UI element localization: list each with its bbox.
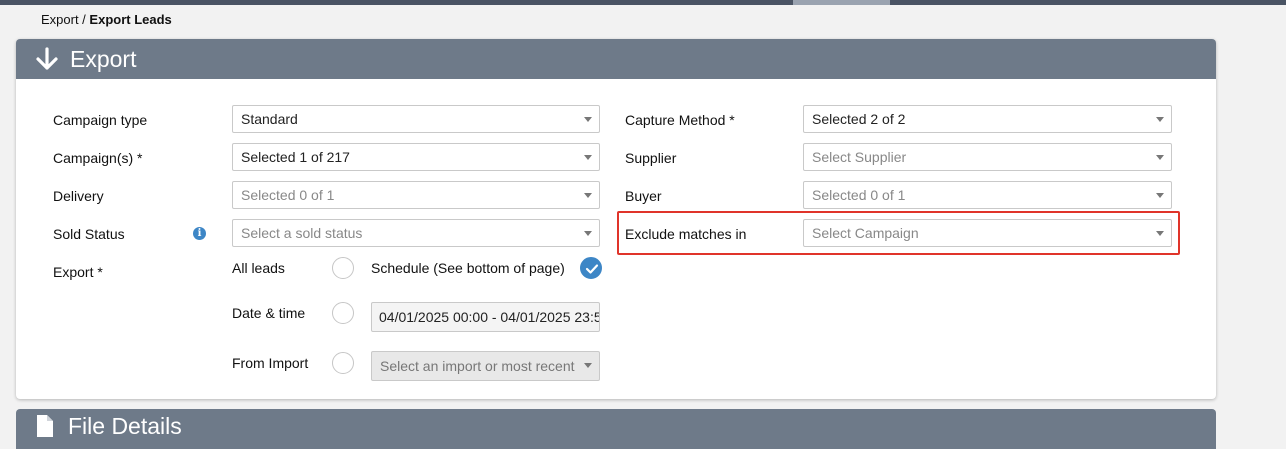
buyer-label: Buyer <box>625 188 662 204</box>
all-leads-radio[interactable] <box>332 257 354 279</box>
schedule-label: Schedule (See bottom of page) <box>371 260 565 276</box>
chevron-down-icon <box>1156 155 1164 160</box>
from-import-label: From Import <box>232 355 309 371</box>
file-details-panel-header[interactable]: File Details <box>16 409 1216 449</box>
campaign-type-value: Standard <box>241 111 298 127</box>
chevron-down-icon <box>1156 193 1164 198</box>
sold-status-select[interactable]: Select a sold status <box>232 219 600 247</box>
campaigns-select[interactable]: Selected 1 of 217 <box>232 143 600 171</box>
schedule-radio[interactable] <box>580 257 602 279</box>
capture-method-select[interactable]: Selected 2 of 2 <box>803 105 1172 133</box>
file-icon <box>37 415 53 437</box>
chevron-down-icon <box>584 231 592 236</box>
from-import-radio[interactable] <box>332 352 354 374</box>
breadcrumb: Export / Export Leads <box>41 12 172 27</box>
campaign-type-label: Campaign type <box>53 112 148 128</box>
chevron-down-icon <box>584 193 592 198</box>
capture-method-value: Selected 2 of 2 <box>812 111 906 127</box>
nav-strip <box>0 0 1286 5</box>
chevron-down-icon <box>1156 117 1164 122</box>
info-icon[interactable]: i <box>193 227 206 240</box>
delivery-value: Selected 0 of 1 <box>241 187 335 203</box>
capture-method-label: Capture Method * <box>625 112 735 128</box>
chevron-down-icon <box>584 363 592 368</box>
date-time-radio[interactable] <box>332 302 354 324</box>
active-nav-tab[interactable] <box>793 0 890 5</box>
import-select[interactable]: Select an import or most recent <box>371 351 600 381</box>
top-nav-bar <box>0 0 1286 9</box>
campaign-type-select[interactable]: Standard <box>232 105 600 133</box>
supplier-placeholder: Select Supplier <box>812 149 907 165</box>
sold-status-label: Sold Status <box>53 226 125 242</box>
supplier-select[interactable]: Select Supplier <box>803 143 1172 171</box>
highlight-box <box>617 211 1180 255</box>
check-icon <box>585 264 599 274</box>
panel-title: Export <box>70 45 137 72</box>
arrow-down-icon <box>36 47 58 70</box>
all-leads-label: All leads <box>232 260 285 276</box>
delivery-select[interactable]: Selected 0 of 1 <box>232 181 600 209</box>
supplier-label: Supplier <box>625 150 677 166</box>
export-label: Export * <box>53 264 103 280</box>
buyer-value: Selected 0 of 1 <box>812 187 906 203</box>
chevron-down-icon <box>584 155 592 160</box>
buyer-select[interactable]: Selected 0 of 1 <box>803 181 1172 209</box>
date-time-label: Date & time <box>232 305 306 321</box>
export-panel-header[interactable]: Export <box>16 39 1216 79</box>
campaigns-value: Selected 1 of 217 <box>241 149 350 165</box>
breadcrumb-current: Export Leads <box>89 12 172 27</box>
delivery-label: Delivery <box>53 188 104 204</box>
chevron-down-icon <box>584 117 592 122</box>
breadcrumb-parent[interactable]: Export / <box>41 12 86 27</box>
date-range-input[interactable]: 04/01/2025 00:00 - 04/01/2025 23:59 <box>371 302 600 332</box>
import-placeholder: Select an import or most recent <box>380 358 575 374</box>
campaigns-label: Campaign(s) * <box>53 150 143 166</box>
sold-status-placeholder: Select a sold status <box>241 225 363 241</box>
